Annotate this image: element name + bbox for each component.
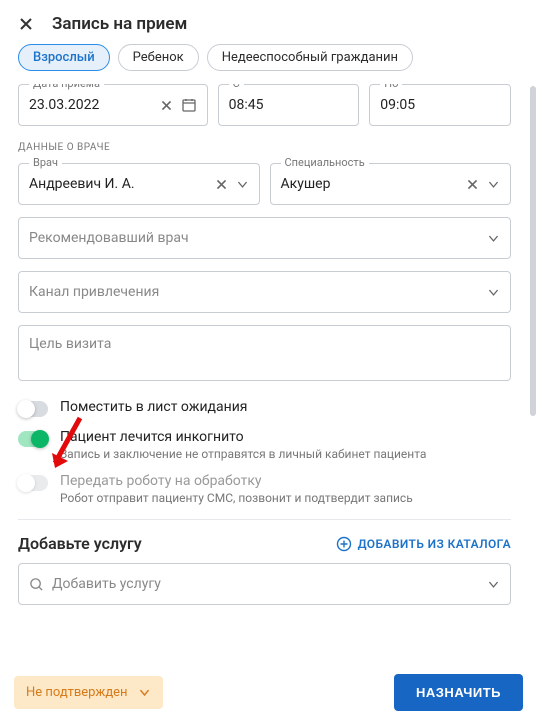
specialty-label: Специальность (281, 156, 369, 169)
time-from-label: С (229, 84, 244, 90)
date-label: Дата приёма (29, 84, 104, 90)
tab-child[interactable]: Ребенок (118, 44, 199, 71)
chevron-down-icon[interactable] (487, 286, 500, 299)
chevron-down-icon[interactable] (487, 232, 500, 245)
toggle-incognito-label: Пациент лечится инкогнито (60, 429, 426, 445)
toggle-waitlist-label: Поместить в лист ожидания (60, 399, 247, 415)
plus-circle-icon (336, 536, 352, 552)
service-search-placeholder: Добавить услугу (52, 576, 479, 592)
assign-button[interactable]: НАЗНАЧИТЬ (394, 674, 523, 711)
referring-doctor-field[interactable]: Рекомендовавший врач (18, 217, 511, 259)
time-to-field[interactable]: По 09:05 (369, 84, 511, 126)
tab-incapacitated[interactable]: Недееспособный гражданин (207, 44, 413, 71)
chevron-down-icon[interactable] (236, 178, 249, 191)
chevron-down-icon (138, 686, 151, 699)
visit-purpose-placeholder: Цель визита (29, 336, 111, 352)
time-to-value: 09:05 (380, 97, 500, 113)
clear-icon[interactable] (215, 178, 228, 191)
time-to-label: По (380, 84, 402, 90)
clear-icon[interactable] (466, 178, 479, 191)
doctor-label: Врач (29, 156, 62, 169)
date-value: 23.03.2022 (29, 97, 160, 113)
channel-placeholder: Канал привлечения (29, 284, 487, 300)
add-from-catalog-label: ДОБАВИТЬ ИЗ КАТАЛОГА (358, 537, 511, 551)
channel-field[interactable]: Канал привлечения (18, 271, 511, 313)
chevron-down-icon[interactable] (487, 578, 500, 591)
doctor-field[interactable]: Врач Андреевич И. А. (18, 163, 260, 205)
services-title: Добавьте услугу (18, 534, 142, 553)
service-search-field[interactable]: Добавить услугу (18, 563, 511, 605)
toggle-robot (18, 475, 48, 491)
time-from-value: 08:45 (229, 97, 349, 113)
toggle-incognito-sub: Запись и заключение не отправятся в личн… (60, 447, 426, 461)
toggle-waitlist-row: Поместить в лист ожидания (18, 399, 511, 417)
toggle-waitlist[interactable] (18, 401, 48, 417)
doctor-value: Андреевич И. А. (29, 176, 215, 192)
add-from-catalog-link[interactable]: ДОБАВИТЬ ИЗ КАТАЛОГА (336, 536, 511, 552)
section-doctor-label: ДАННЫЕ О ВРАЧЕ (18, 142, 511, 153)
scrollbar[interactable] (530, 86, 536, 416)
specialty-field[interactable]: Специальность Акушер (270, 163, 512, 205)
tab-adult[interactable]: Взрослый (18, 44, 110, 71)
status-pill[interactable]: Не подтвержден (14, 676, 163, 709)
toggle-incognito[interactable] (18, 431, 48, 447)
toggle-robot-label: Передать роботу на обработку (60, 473, 413, 489)
visit-purpose-field[interactable]: Цель визита (18, 325, 511, 381)
close-icon[interactable] (18, 16, 34, 32)
toggle-robot-row: Передать роботу на обработку Робот отпра… (18, 473, 511, 505)
toggle-robot-sub: Робот отправит пациенту СМС, позвонит и … (60, 491, 413, 505)
clear-icon[interactable] (160, 99, 173, 112)
status-label: Не подтвержден (26, 685, 128, 700)
toggle-incognito-row: Пациент лечится инкогнито Запись и заклю… (18, 429, 511, 461)
date-field[interactable]: Дата приёма 23.03.2022 (18, 84, 208, 126)
calendar-icon[interactable] (181, 97, 197, 113)
time-from-field[interactable]: С 08:45 (218, 84, 360, 126)
referring-doctor-placeholder: Рекомендовавший врач (29, 230, 487, 246)
divider (18, 519, 511, 520)
search-icon (29, 577, 44, 592)
page-title: Запись на прием (52, 14, 187, 34)
chevron-down-icon[interactable] (487, 178, 500, 191)
specialty-value: Акушер (281, 176, 467, 192)
